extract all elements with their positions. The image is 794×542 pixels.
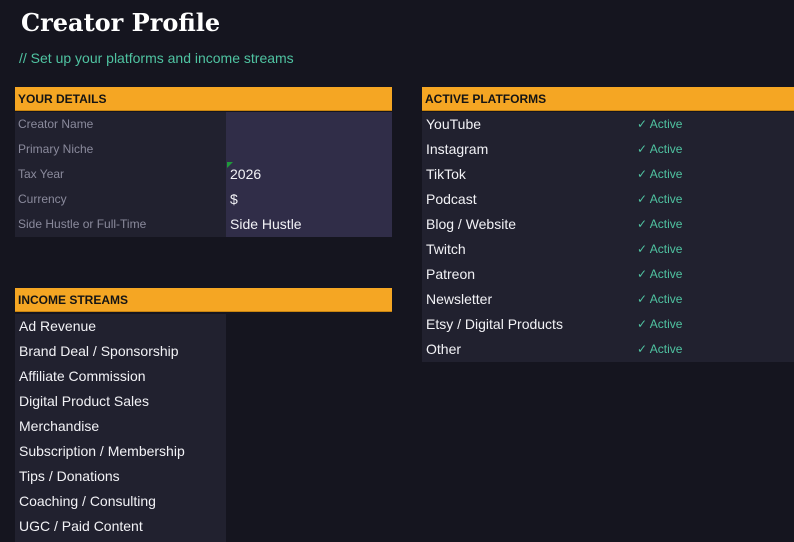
income-stream-item[interactable]: Brand Deal / Sponsorship — [15, 339, 226, 364]
income-stream-item[interactable]: Coaching / Consulting — [15, 489, 226, 514]
platform-status[interactable]: ✓ Active — [635, 287, 794, 312]
platform-status[interactable]: ✓ Active — [635, 162, 794, 187]
income-streams-header: INCOME STREAMS — [15, 288, 392, 312]
platform-name[interactable]: TikTok — [422, 162, 635, 187]
platform-status[interactable]: ✓ Active — [635, 137, 794, 162]
income-stream-item[interactable]: Subscription / Membership — [15, 439, 226, 464]
creator-name-input[interactable] — [226, 112, 392, 137]
active-platforms-header: ACTIVE PLATFORMS — [422, 87, 794, 111]
platform-name[interactable]: Instagram — [422, 137, 635, 162]
tax-year-input[interactable]: 2026 — [226, 162, 392, 187]
cell-comment-marker[interactable] — [227, 162, 233, 168]
platform-name[interactable]: Blog / Website — [422, 212, 635, 237]
page-title: Creator Profile — [21, 8, 221, 37]
details-label-tax-year: Tax Year — [15, 162, 226, 187]
details-header: YOUR DETAILS — [15, 87, 392, 111]
details-label-side-hustle: Side Hustle or Full-Time — [15, 212, 226, 237]
income-stream-item[interactable]: Tips / Donations — [15, 464, 226, 489]
income-stream-item[interactable]: Digital Product Sales — [15, 389, 226, 414]
details-label-creator-name: Creator Name — [15, 112, 226, 137]
details-label-currency: Currency — [15, 187, 226, 212]
details-label-primary-niche: Primary Niche — [15, 137, 226, 162]
income-stream-item[interactable]: Ad Revenue — [15, 314, 226, 339]
platform-status[interactable]: ✓ Active — [635, 312, 794, 337]
platform-name[interactable]: YouTube — [422, 112, 635, 137]
platform-status[interactable]: ✓ Active — [635, 237, 794, 262]
platform-name[interactable]: Podcast — [422, 187, 635, 212]
platform-name[interactable]: Etsy / Digital Products — [422, 312, 635, 337]
income-stream-item[interactable]: UGC / Paid Content — [15, 514, 226, 542]
platform-status[interactable]: ✓ Active — [635, 112, 794, 137]
page-subtitle: // Set up your platforms and income stre… — [19, 50, 294, 66]
currency-input[interactable]: $ — [226, 187, 392, 212]
platform-status[interactable]: ✓ Active — [635, 212, 794, 237]
platform-status[interactable]: ✓ Active — [635, 262, 794, 287]
primary-niche-input[interactable] — [226, 137, 392, 162]
platform-name[interactable]: Newsletter — [422, 287, 635, 312]
platform-status[interactable]: ✓ Active — [635, 187, 794, 212]
platform-name[interactable]: Other — [422, 337, 635, 362]
platform-name[interactable]: Twitch — [422, 237, 635, 262]
platform-name[interactable]: Patreon — [422, 262, 635, 287]
income-stream-item[interactable]: Affiliate Commission — [15, 364, 226, 389]
income-stream-item[interactable]: Merchandise — [15, 414, 226, 439]
side-hustle-input[interactable]: Side Hustle — [226, 212, 392, 237]
platform-status[interactable]: ✓ Active — [635, 337, 794, 362]
